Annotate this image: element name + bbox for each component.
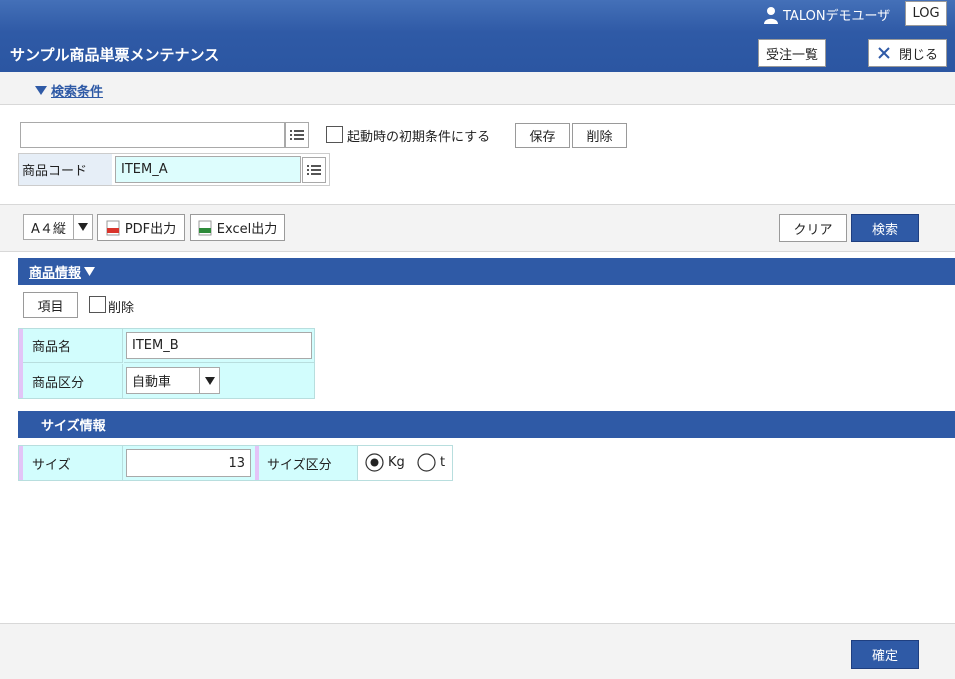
unit-radio-kg[interactable]: Kg [365,453,405,472]
radio-unchecked-icon [417,453,436,472]
select-arrow [73,215,92,239]
chevron-down-icon [204,376,215,385]
product-info-title: 商品情報 [29,266,82,281]
size-input[interactable]: 13 [126,449,251,477]
list-icon [307,165,321,175]
pdf-export-button[interactable]: PDF出力 [97,214,185,241]
search-condition-toggle[interactable]: 検索条件 [35,81,103,100]
search-condition-label: 検索条件 [51,85,104,100]
startup-default-label: 起動時の初期条件にする [347,130,491,145]
radio-checked-icon [365,453,384,472]
close-button[interactable]: 閉じる [868,39,947,67]
user-info: TALONデモユーザ [763,5,890,24]
product-code-list-button[interactable] [302,157,326,183]
close-label: 閉じる [898,47,938,63]
paper-size-value: A４縦 [31,221,66,237]
user-icon [764,6,778,24]
product-code-label: 商品コード [19,154,112,185]
search-condition-input[interactable] [20,122,285,148]
product-code-input[interactable]: ITEM_A [115,156,301,183]
size-info-title: サイズ情報 [41,419,106,434]
list-icon [290,130,304,140]
save-condition-button[interactable]: 保存 [515,123,570,148]
triangle-down-icon [35,85,47,95]
search-button[interactable]: 検索 [851,214,919,242]
condition-list-button[interactable] [285,122,309,148]
footer-bar [0,623,955,679]
chevron-down-icon [78,223,88,231]
product-category-value: 自動車 [132,375,172,390]
paper-size-select[interactable]: A４縦 [23,214,93,240]
product-name-label: 商品名 [23,329,123,363]
pdf-export-label: PDF出力 [124,222,177,237]
delete-checkbox[interactable] [89,296,106,313]
unit-t-label: t [440,455,446,470]
size-label: サイズ [23,446,123,480]
unit-radio-t[interactable]: t [417,453,445,472]
select-arrow [199,368,219,393]
order-list-button[interactable]: 受注一覧 [758,39,826,67]
product-info-section-header[interactable]: 商品情報 [18,258,955,285]
user-name: TALONデモユーザ [783,9,891,24]
page-title: サンプル商品単票メンテナンス [10,46,220,64]
item-settings-button[interactable]: 項目 [23,292,78,318]
product-category-select[interactable]: 自動車 [126,367,220,394]
pdf-icon [106,220,120,235]
excel-export-button[interactable]: Excel出力 [190,214,285,241]
close-icon [878,47,890,59]
search-condition-header [0,72,955,105]
confirm-button[interactable]: 確定 [851,640,919,669]
clear-button[interactable]: クリア [779,214,847,242]
startup-default-checkbox[interactable] [326,126,343,143]
excel-icon [198,220,212,235]
unit-kg-label: Kg [388,455,405,470]
product-name-input[interactable]: ITEM_B [126,332,312,359]
triangle-down-icon [84,267,96,276]
log-button[interactable]: LOG [905,1,947,26]
size-unit-label: サイズ区分 [259,446,358,480]
excel-export-label: Excel出力 [216,222,278,237]
delete-condition-button[interactable]: 削除 [572,123,627,148]
size-info-section-header: サイズ情報 [18,411,955,438]
product-category-label: 商品区分 [23,364,123,398]
delete-checkbox-label: 削除 [108,301,135,316]
